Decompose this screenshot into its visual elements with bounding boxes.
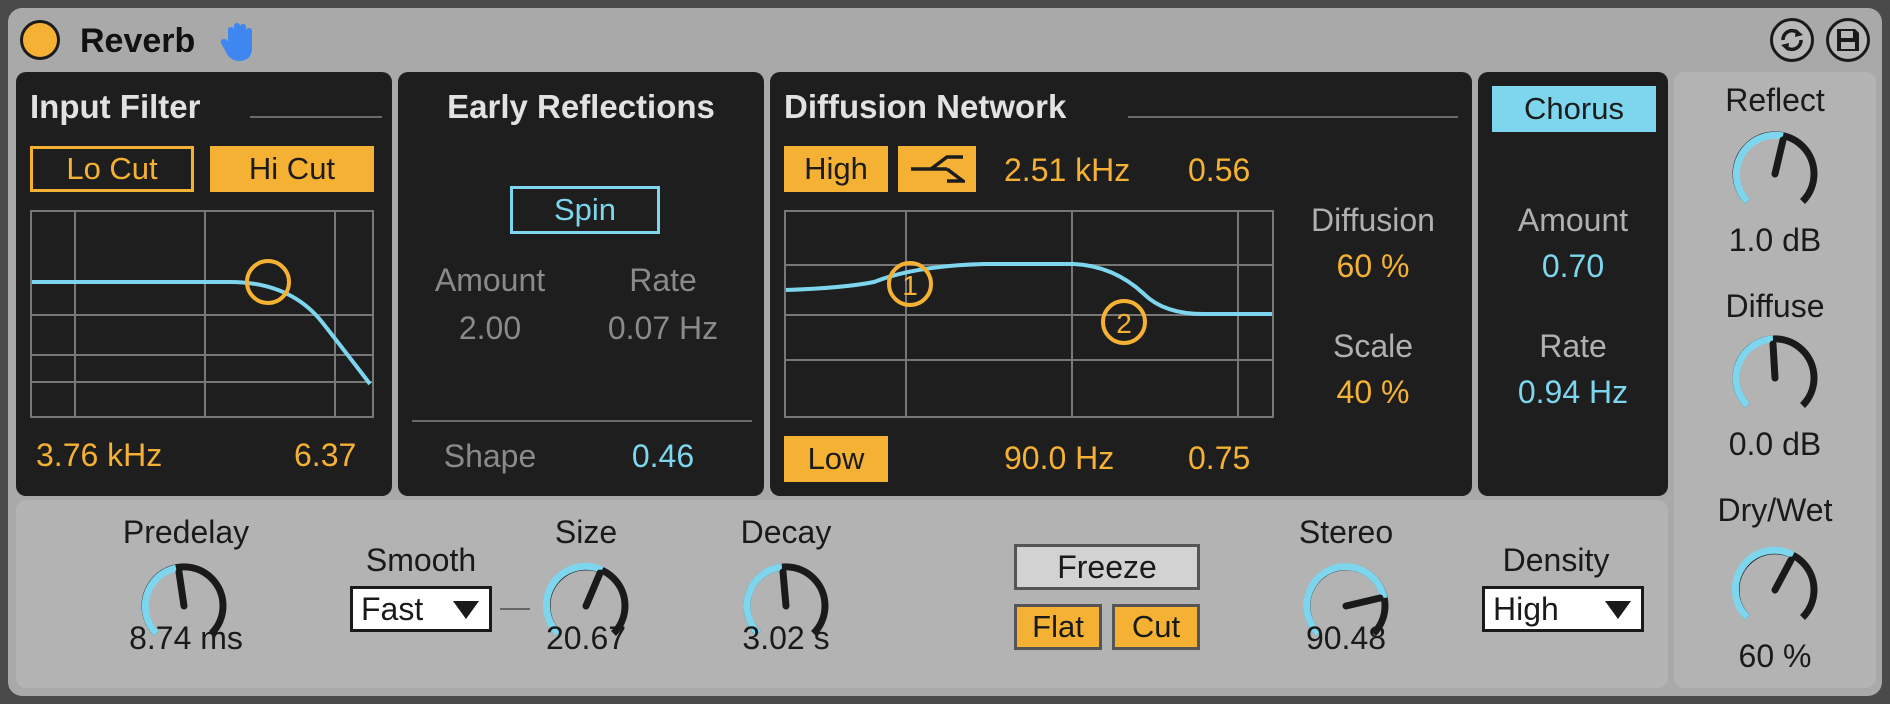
- global-controls-panel: Predelay 8.74 ms Smooth Fast Size 20.67 …: [16, 500, 1668, 688]
- size-label: Size: [554, 514, 618, 550]
- input-filter-title-rule: [250, 116, 382, 118]
- reverb-device: Reverb Input Filter Lo Cut Hi Cut 3.76 k…: [8, 8, 1882, 696]
- er-shape-value[interactable]: 0.46: [588, 438, 738, 475]
- input-filter-curve: [32, 280, 372, 386]
- chorus-amount-label: Amount: [1517, 202, 1629, 238]
- er-rate-label: Rate: [629, 262, 697, 298]
- device-title-bar: Reverb: [8, 8, 1882, 76]
- high-filter-button[interactable]: High: [784, 146, 888, 192]
- input-filter-q[interactable]: 6.37: [294, 437, 356, 474]
- hi-cut-button[interactable]: Hi Cut: [210, 146, 374, 192]
- scale-label: Scale: [1332, 328, 1414, 364]
- reflect-knob[interactable]: [1725, 124, 1825, 224]
- chorus-rate-value[interactable]: 0.94 Hz: [1478, 374, 1668, 411]
- diffusion-graph[interactable]: 1 2: [784, 210, 1274, 418]
- smooth-dropdown-arrow-icon: [453, 601, 479, 619]
- reflect-label: Reflect: [1725, 82, 1825, 118]
- stereo-label: Stereo: [1298, 514, 1394, 550]
- size-value[interactable]: 20.67: [496, 620, 676, 657]
- freeze-button[interactable]: Freeze: [1014, 544, 1200, 590]
- er-amount-value[interactable]: 2.00: [420, 310, 560, 347]
- scale-value[interactable]: 40 %: [1278, 374, 1468, 411]
- low-filter-button[interactable]: Low: [784, 436, 888, 482]
- chorus-panel: Chorus Amount 0.70 Rate 0.94 Hz: [1478, 72, 1668, 496]
- diffusion-point-1-label: 1: [902, 270, 918, 301]
- low-freq-value[interactable]: 90.0 Hz: [1004, 440, 1114, 477]
- drywet-label: Dry/Wet: [1717, 492, 1833, 528]
- er-shape-label: Shape: [443, 438, 537, 474]
- low-gain-value[interactable]: 0.75: [1188, 440, 1250, 477]
- diffuse-knob[interactable]: [1725, 328, 1825, 428]
- chorus-rate-label: Rate: [1539, 328, 1607, 364]
- early-reflections-title: Early Reflections: [447, 88, 715, 125]
- diffusion-curve: [785, 262, 1272, 316]
- chorus-button[interactable]: Chorus: [1492, 86, 1656, 132]
- spin-button[interactable]: Spin: [510, 186, 660, 234]
- decay-value[interactable]: 3.02 s: [696, 620, 876, 657]
- density-label: Density: [1502, 542, 1610, 578]
- input-filter-graph[interactable]: [30, 210, 374, 418]
- reflect-value[interactable]: 1.0 dB: [1674, 222, 1876, 259]
- drywet-value[interactable]: 60 %: [1674, 638, 1876, 675]
- save-preset-icon[interactable]: [1826, 18, 1870, 62]
- input-filter-title: Input Filter: [30, 88, 201, 125]
- input-filter-panel: Input Filter Lo Cut Hi Cut 3.76 kHz 6.37: [16, 72, 392, 496]
- diffusion-value[interactable]: 60 %: [1278, 248, 1468, 285]
- density-dropdown-arrow-icon: [1605, 601, 1631, 619]
- decay-label: Decay: [740, 514, 832, 550]
- diffusion-point-2-label: 2: [1116, 308, 1132, 339]
- er-amount-label: Amount: [434, 262, 546, 298]
- lo-cut-button[interactable]: Lo Cut: [30, 146, 194, 192]
- diffusion-network-panel: Diffusion Network High 2.51 kHz 0.56 1 2…: [770, 72, 1472, 496]
- smooth-dropdown-value: Fast: [361, 590, 424, 627]
- high-gain-value[interactable]: 0.56: [1188, 152, 1250, 189]
- diffuse-value[interactable]: 0.0 dB: [1674, 426, 1876, 463]
- input-filter-freq[interactable]: 3.76 kHz: [36, 437, 162, 474]
- hand-icon: [220, 23, 252, 61]
- predelay-value[interactable]: 8.74 ms: [96, 620, 276, 657]
- output-controls-panel: Reflect 1.0 dB Diffuse 0.0 dB Dry/Wet 60…: [1674, 72, 1876, 688]
- predelay-label: Predelay: [122, 514, 250, 550]
- cut-button[interactable]: Cut: [1112, 604, 1200, 650]
- diffusion-title-rule: [1128, 116, 1458, 118]
- density-dropdown-value: High: [1493, 590, 1559, 627]
- density-dropdown[interactable]: High: [1482, 586, 1644, 632]
- shelf-filter-icon[interactable]: [898, 146, 976, 192]
- power-button-icon[interactable]: [20, 20, 60, 60]
- hot-swap-icon[interactable]: [1770, 18, 1814, 62]
- smooth-size-connector: [500, 608, 530, 610]
- flat-button[interactable]: Flat: [1014, 604, 1102, 650]
- diffusion-label: Diffusion: [1311, 202, 1435, 238]
- er-divider: [412, 420, 752, 422]
- drywet-knob[interactable]: [1725, 540, 1825, 640]
- smooth-dropdown[interactable]: Fast: [350, 586, 492, 632]
- chorus-amount-value[interactable]: 0.70: [1478, 248, 1668, 285]
- device-title: Reverb: [80, 22, 196, 60]
- stereo-value[interactable]: 90.48: [1256, 620, 1436, 657]
- diffusion-network-title: Diffusion Network: [784, 88, 1067, 125]
- early-reflections-panel: Early Reflections Spin Amount 2.00 Rate …: [398, 72, 764, 496]
- er-rate-value[interactable]: 0.07 Hz: [588, 310, 738, 347]
- high-freq-value[interactable]: 2.51 kHz: [1004, 152, 1130, 189]
- diffuse-label: Diffuse: [1725, 288, 1825, 324]
- smooth-label: Smooth: [365, 542, 477, 578]
